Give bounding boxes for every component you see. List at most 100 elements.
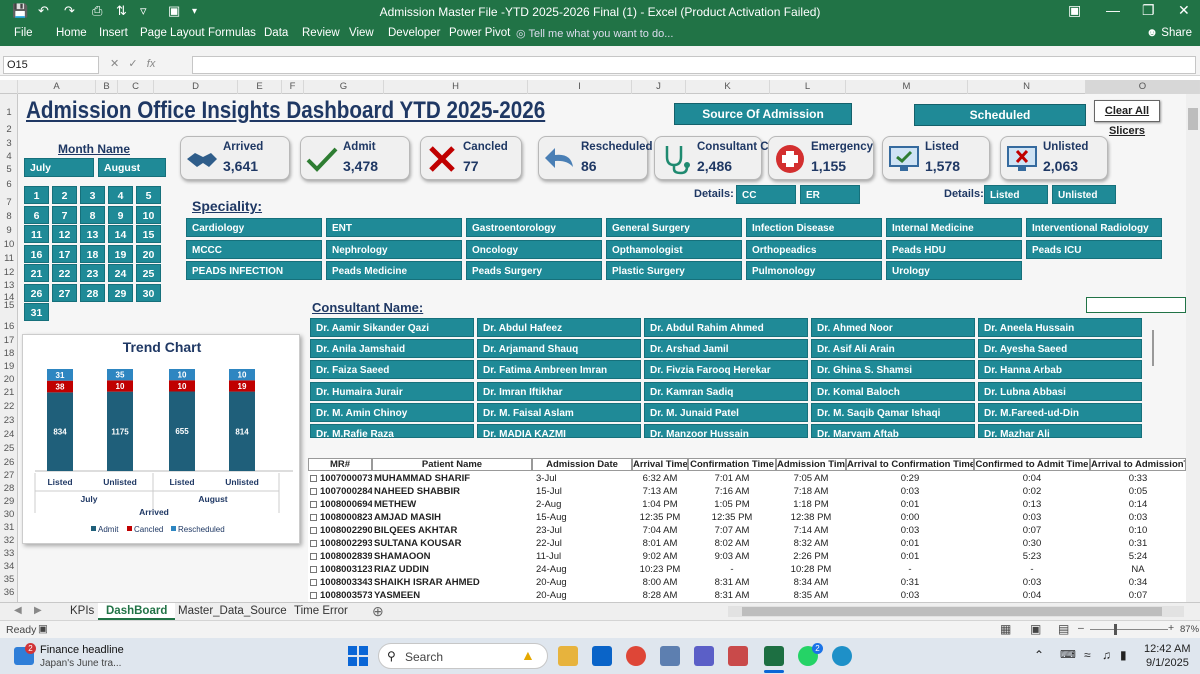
page-break-view-icon[interactable]: ▤: [1058, 622, 1069, 636]
zoom-slider[interactable]: [1090, 629, 1168, 630]
column-header[interactable]: G: [304, 80, 384, 94]
day-slicer-item[interactable]: 4: [108, 186, 133, 204]
speciality-item[interactable]: Gastroentorology: [466, 218, 602, 237]
consultant-item[interactable]: Dr. M. Saqib Qamar Ishaqi: [811, 402, 975, 422]
consultant-item[interactable]: Dr. Maryam Aftab: [811, 424, 975, 438]
table-header[interactable]: Arrival Time: [632, 458, 688, 471]
minimize-icon[interactable]: —: [1106, 2, 1120, 18]
close-icon[interactable]: ✕: [1178, 2, 1190, 19]
outlook-icon[interactable]: [592, 646, 612, 666]
details-slicer-listed[interactable]: Listed: [984, 185, 1048, 204]
column-header[interactable]: C: [118, 80, 154, 94]
consultant-item[interactable]: Dr. Mazhar Ali: [978, 424, 1142, 438]
column-header[interactable]: D: [154, 80, 238, 94]
row-header[interactable]: 6: [0, 179, 18, 190]
speciality-item[interactable]: Peads Medicine: [326, 261, 462, 280]
consultant-item[interactable]: Dr. Kamran Sadiq: [644, 381, 808, 401]
day-slicer-item[interactable]: 15: [136, 225, 161, 243]
row-header[interactable]: 19: [0, 361, 18, 372]
day-slicer-item[interactable]: 31: [24, 303, 49, 321]
consultant-item[interactable]: Dr. M. Junaid Patel: [644, 402, 808, 422]
day-slicer-item[interactable]: 8: [80, 205, 105, 224]
consultant-item[interactable]: Dr. Aamir Sikander Qazi: [310, 318, 474, 337]
month-slicer-august[interactable]: August: [98, 158, 166, 177]
day-slicer-item[interactable]: 28: [80, 283, 105, 302]
consultant-item[interactable]: Dr. Manzoor Hussain: [644, 424, 808, 438]
consultant-item[interactable]: Dr. Anila Jamshaid: [310, 339, 474, 359]
speciality-item[interactable]: Peads ICU: [1026, 239, 1162, 259]
scroll-tabs-right-icon[interactable]: ▶: [34, 605, 42, 616]
speciality-item[interactable]: Internal Medicine: [886, 218, 1022, 237]
row-header[interactable]: 28: [0, 483, 18, 494]
sheet-tab-dashboard[interactable]: DashBoard: [98, 603, 176, 620]
column-header[interactable]: E: [238, 80, 282, 94]
row-header[interactable]: 5: [0, 164, 18, 175]
consultant-item[interactable]: Dr. Hanna Arbab: [978, 360, 1142, 380]
tab-file[interactable]: File: [14, 27, 33, 39]
row-header[interactable]: 29: [0, 496, 18, 507]
day-slicer-item[interactable]: 22: [52, 264, 77, 282]
row-expand-icon[interactable]: [310, 501, 317, 508]
day-slicer-item[interactable]: 7: [52, 205, 77, 224]
news-subtitle[interactable]: Japan's June tra...: [40, 658, 121, 669]
row-header[interactable]: 31: [0, 522, 18, 533]
sheet-tab-master-data-source[interactable]: Master_Data_Source: [170, 603, 295, 620]
row-header[interactable]: 36: [0, 587, 18, 598]
kpi-card-emergency[interactable]: Emergency 1,155: [768, 136, 874, 180]
consultant-item[interactable]: Dr. Ahmed Noor: [811, 318, 975, 337]
row-header[interactable]: 30: [0, 509, 18, 520]
column-header[interactable]: F: [282, 80, 304, 94]
day-slicer-item[interactable]: 24: [108, 264, 133, 282]
tab-power-pivot[interactable]: Power Pivot: [449, 27, 510, 39]
day-slicer-item[interactable]: 20: [136, 244, 161, 263]
day-slicer-item[interactable]: 17: [52, 244, 77, 263]
speciality-item[interactable]: Opthamologist: [606, 239, 742, 259]
speciality-item[interactable]: PEADS INFECTION: [186, 261, 322, 280]
tab-data[interactable]: Data: [264, 27, 288, 39]
tab-home[interactable]: Home: [56, 27, 87, 39]
table-header[interactable]: MR#: [308, 458, 372, 471]
speciality-item[interactable]: Nephrology: [326, 239, 462, 259]
tab-insert[interactable]: Insert: [99, 27, 128, 39]
day-slicer-item[interactable]: 18: [80, 244, 105, 263]
details-slicer-er[interactable]: ER: [800, 185, 860, 204]
consultant-item[interactable]: Dr. M.Rafie Raza: [310, 424, 474, 438]
row-header[interactable]: 24: [0, 429, 18, 440]
consultant-item[interactable]: Dr. Aneela Hussain: [978, 318, 1142, 337]
consultant-item[interactable]: Dr. Ghina S. Shamsi: [811, 360, 975, 380]
select-all-corner[interactable]: [0, 80, 18, 94]
speciality-item[interactable]: Infection Disease: [746, 218, 882, 237]
table-header[interactable]: Admission Time: [776, 458, 846, 471]
day-slicer-item[interactable]: 10: [136, 205, 161, 224]
speciality-item[interactable]: Interventional Radiology: [1026, 218, 1162, 237]
consultant-slicer-scrollbar[interactable]: [1152, 330, 1154, 366]
consultant-item[interactable]: Dr. MADIA KAZMI: [477, 424, 641, 438]
zoom-level[interactable]: 87%: [1180, 624, 1199, 635]
column-header[interactable]: B: [96, 80, 118, 94]
news-title[interactable]: Finance headline: [40, 644, 124, 656]
tab-formulas[interactable]: Formulas: [208, 27, 256, 39]
row-header[interactable]: 1: [0, 107, 18, 118]
clock-date[interactable]: 9/1/2025: [1146, 657, 1189, 669]
row-header[interactable]: 8: [0, 211, 18, 222]
details-slicer-cc[interactable]: CC: [736, 185, 796, 204]
speciality-item[interactable]: MCCC: [186, 239, 322, 259]
consultant-item[interactable]: Dr. Ayesha Saeed: [978, 339, 1142, 359]
tell-me-search[interactable]: ◎ Tell me what you want to do...: [516, 27, 673, 40]
consultant-item[interactable]: Dr. Arjamand Shauq: [477, 339, 641, 359]
zoom-out-icon[interactable]: –: [1078, 622, 1084, 634]
consultant-item[interactable]: Dr. Fatima Ambreen Imran: [477, 360, 641, 380]
month-slicer-july[interactable]: July: [24, 158, 94, 177]
row-header[interactable]: 32: [0, 535, 18, 546]
page-layout-view-icon[interactable]: ▣: [1030, 622, 1041, 636]
clear-all-slicers-button[interactable]: Clear All Slicers: [1094, 100, 1160, 137]
day-slicer-item[interactable]: 30: [136, 283, 161, 302]
edge-icon[interactable]: [832, 646, 852, 666]
row-header[interactable]: 17: [0, 335, 18, 346]
day-slicer-item[interactable]: 9: [108, 205, 133, 224]
speciality-item[interactable]: Pulmonology: [746, 261, 882, 280]
vertical-scrollbar[interactable]: [1186, 94, 1200, 602]
day-slicer-item[interactable]: 5: [136, 186, 161, 204]
share-button[interactable]: ☻ Share: [1146, 27, 1192, 39]
new-sheet-icon[interactable]: ⊕: [372, 603, 384, 620]
